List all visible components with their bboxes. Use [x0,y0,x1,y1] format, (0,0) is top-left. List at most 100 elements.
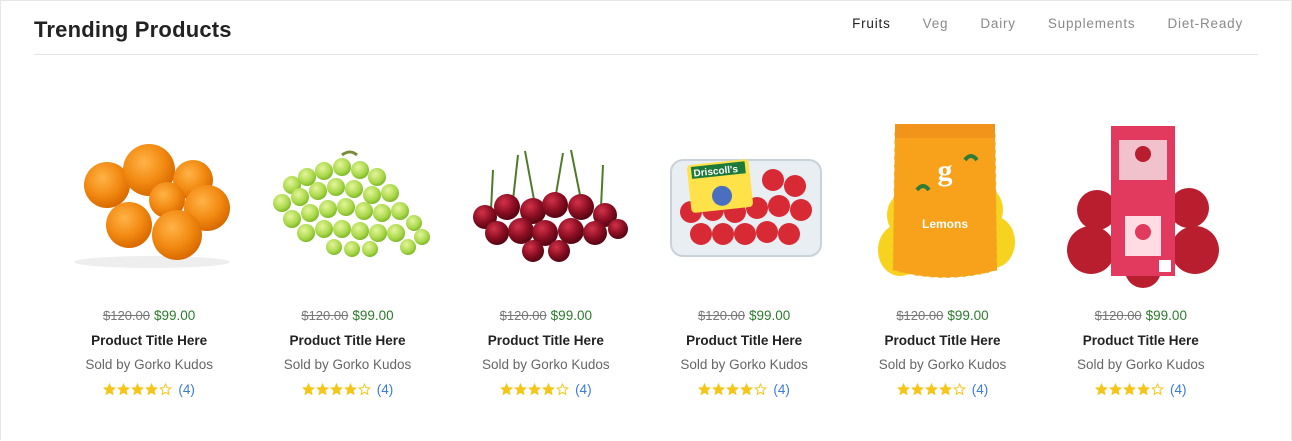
rating-row: (4) [50,382,248,397]
product-card[interactable]: Driscoll's $120.00 $99.00 Product Title H… [645,110,843,410]
star-filled-icon [896,383,910,396]
product-title[interactable]: Product Title Here [1042,333,1240,348]
svg-text:g: g [937,154,952,187]
review-count[interactable]: (4) [377,382,394,397]
star-rating [1095,383,1165,396]
product-card[interactable]: $120.00 $99.00 Product Title Here Sold by… [50,110,248,410]
product-image-apples[interactable] [1056,120,1231,290]
star-filled-icon [910,383,924,396]
star-rating [896,383,966,396]
product-title[interactable]: Product Title Here [248,333,446,348]
star-empty-icon [754,383,768,396]
seller-name: Sold by Gorko Kudos [878,357,1007,372]
star-rating [698,383,768,396]
sale-price: $99.00 [352,308,394,323]
sale-price: $99.00 [947,308,989,323]
sale-price: $99.00 [550,308,592,323]
star-empty-icon [1151,383,1165,396]
review-count[interactable]: (4) [972,382,989,397]
product-grid: $120.00 $99.00 Product Title Here Sold by… [50,110,1240,410]
star-filled-icon [514,383,528,396]
star-empty-icon [556,383,570,396]
star-rating [103,383,173,396]
star-filled-icon [712,383,726,396]
star-filled-icon [343,383,357,396]
seller-name: Sold by Gorko Kudos [283,357,412,372]
seller-name: Sold by Gorko Kudos [680,357,808,372]
star-filled-icon [542,383,556,396]
sale-price: $99.00 [154,308,196,323]
star-empty-icon [159,383,173,396]
old-price: $120.00 [1094,308,1142,323]
product-image-raspberries[interactable]: Driscoll's [659,120,834,290]
old-price: $120.00 [301,308,349,323]
review-count[interactable]: (4) [575,382,592,397]
price-row: $120.00 $99.00 [645,308,843,323]
price-row: $120.00 $99.00 [248,308,446,323]
product-image-oranges[interactable] [64,120,239,290]
section-title: Trending Products [34,17,232,42]
sale-price: $99.00 [749,308,791,323]
star-filled-icon [131,383,145,396]
star-empty-icon [952,383,966,396]
price-row: $120.00 $99.00 [1042,308,1240,323]
rating-row: (4) [843,382,1041,397]
product-card[interactable]: $120.00 $99.00 Product Title Here Sold by… [1042,110,1240,410]
star-filled-icon [117,383,131,396]
star-filled-icon [924,383,938,396]
section-header: Trending Products Fruits Veg Dairy Suppl… [34,0,1258,55]
star-rating [500,383,570,396]
old-price: $120.00 [896,308,944,323]
review-count[interactable]: (4) [178,382,195,397]
seller-name: Sold by Gorko Kudos [1077,357,1205,372]
product-title[interactable]: Product Title Here [645,333,843,348]
brand-label: Lemons [922,217,968,231]
old-price: $120.00 [103,308,151,323]
rating-row: (4) [248,382,446,397]
tab-dairy[interactable]: Dairy [980,16,1016,31]
star-rating [301,383,371,396]
star-filled-icon [500,383,514,396]
product-title[interactable]: Product Title Here [447,333,645,348]
tab-fruits[interactable]: Fruits [852,16,891,31]
star-filled-icon [938,383,952,396]
category-tabs: Fruits Veg Dairy Supplements Diet-Ready [820,16,1243,31]
star-filled-icon [145,383,159,396]
star-filled-icon [301,383,315,396]
star-filled-icon [1109,383,1123,396]
price-row: $120.00 $99.00 [50,308,248,323]
star-filled-icon [528,383,542,396]
product-card[interactable]: g Lemons $120.00 $99.00 Product Title Her… [843,110,1041,410]
tab-diet-ready[interactable]: Diet-Ready [1167,16,1243,31]
rating-row: (4) [447,382,645,397]
seller-name: Sold by Gorko Kudos [482,357,610,372]
product-image-cherries[interactable] [461,120,636,290]
star-filled-icon [315,383,329,396]
product-title[interactable]: Product Title Here [50,333,248,348]
star-filled-icon [1123,383,1137,396]
product-title[interactable]: Product Title Here [843,333,1041,348]
product-image-lemons[interactable]: g Lemons [857,120,1032,290]
old-price: $120.00 [499,308,547,323]
star-filled-icon [740,383,754,396]
star-filled-icon [698,383,712,396]
sale-price: $99.00 [1145,308,1187,323]
star-empty-icon [357,383,371,396]
review-count[interactable]: (4) [773,382,790,397]
star-filled-icon [726,383,740,396]
tab-supplements[interactable]: Supplements [1048,16,1136,31]
review-count[interactable]: (4) [1170,382,1187,397]
product-image-grapes[interactable] [262,120,437,290]
rating-row: (4) [645,382,843,397]
star-filled-icon [329,383,343,396]
rating-row: (4) [1042,382,1240,397]
tab-veg[interactable]: Veg [923,16,949,31]
old-price: $120.00 [698,308,745,323]
seller-name: Sold by Gorko Kudos [85,357,213,372]
star-filled-icon [1137,383,1151,396]
price-row: $120.00 $99.00 [843,308,1041,323]
star-filled-icon [1095,383,1109,396]
product-card[interactable]: $120.00 $99.00 Product Title Here Sold by… [447,110,645,410]
product-card[interactable]: $120.00 $99.00 Product Title Here Sold by… [248,110,446,410]
price-row: $120.00 $99.00 [447,308,645,323]
